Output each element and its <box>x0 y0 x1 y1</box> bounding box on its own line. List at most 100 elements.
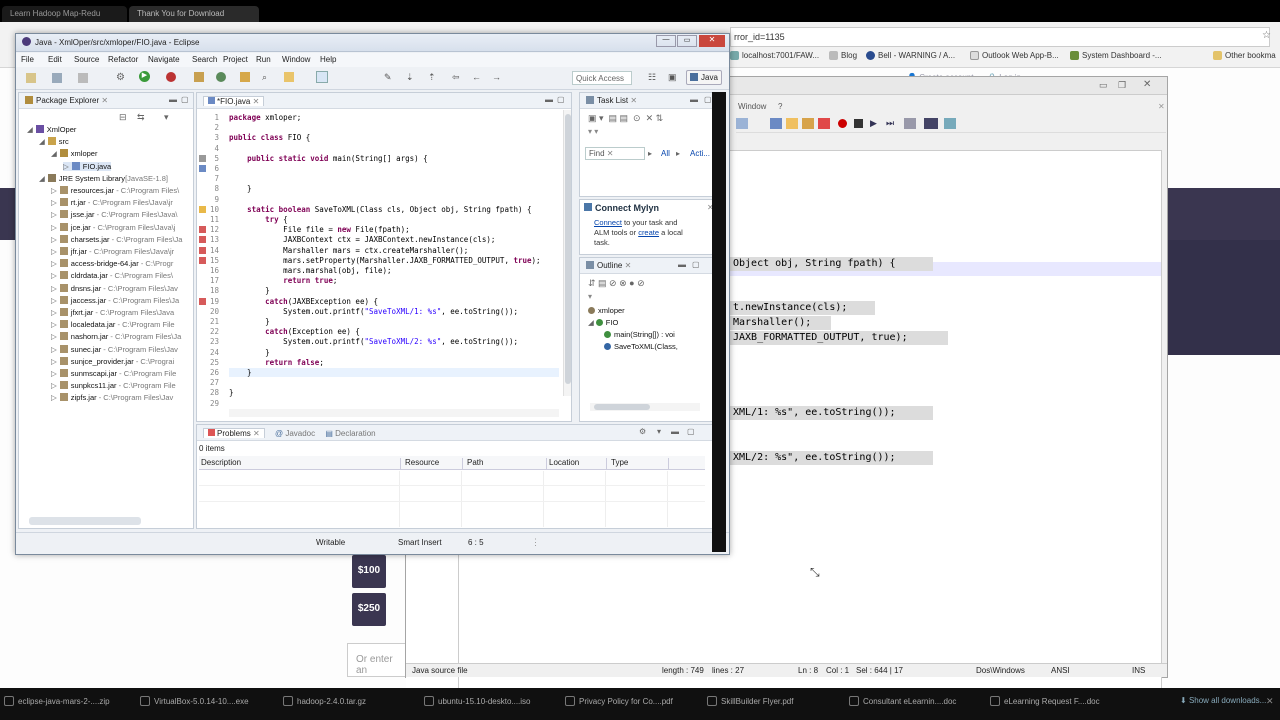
menu-search[interactable]: Search <box>192 55 217 64</box>
download-item[interactable]: SkillBuilder Flyer.pdf <box>707 696 793 706</box>
tree-item[interactable]: ▷ charsets.jar - C:\Program Files\Ja <box>51 234 182 244</box>
download-item[interactable]: eLearning Request F....doc <box>990 696 1100 706</box>
save-icon[interactable] <box>52 73 62 83</box>
tree-item[interactable]: ▷ dnsns.jar - C:\Program Files\Jav <box>51 283 178 293</box>
menu-navigate[interactable]: Navigate <box>148 55 180 64</box>
close-button[interactable]: ✕ <box>699 35 725 47</box>
close-icon[interactable]: ✕ <box>1143 79 1151 90</box>
gear-icon[interactable]: ⚙ <box>116 72 125 83</box>
play-icon[interactable]: ▶ <box>870 118 877 129</box>
view-menu-icon[interactable]: ▾ ▾ <box>588 127 598 136</box>
outline-panel[interactable]: Outline ✕ ▬ ▢ ⇵ ▤ ⊘ ⊗ ● ⊘ ▾ xmloper ◢ FIO m… <box>579 257 719 422</box>
tree-item[interactable]: ◢ JRE System Library[JavaSE-1.8] <box>39 173 168 183</box>
minimize-view-icon[interactable]: ▬ <box>690 95 698 104</box>
view-menu-icon[interactable]: ▾ <box>657 427 661 436</box>
expand-arrow-icon[interactable]: ▷ <box>51 198 57 207</box>
tree-item[interactable]: ▷ rt.jar - C:\Program Files\Java\jr <box>51 198 173 207</box>
vertical-scrollbar[interactable] <box>563 110 571 396</box>
fold-marker-icon[interactable] <box>199 154 206 162</box>
warn-marker-icon[interactable] <box>199 205 206 213</box>
browser-tab-active[interactable]: Thank You for Download <box>129 6 259 22</box>
tree-item[interactable]: ▷ jaccess.jar - C:\Program Files\Ja <box>51 295 179 305</box>
download-item[interactable]: Consultant eLearnin....doc <box>849 696 956 706</box>
link-editor-icon[interactable]: ⇆ <box>137 112 145 123</box>
expand-icon[interactable]: ▸ <box>676 149 680 158</box>
expand-arrow-icon[interactable]: ◢ <box>39 137 45 146</box>
expand-arrow-icon[interactable]: ▷ <box>51 393 57 402</box>
tree-item[interactable]: ▷ jsse.jar - C:\Program Files\Java\ <box>51 210 177 219</box>
tree-item[interactable]: ◢ XmlOper <box>27 125 76 134</box>
download-item[interactable]: eclipse-java-mars-2-....zip <box>4 696 110 706</box>
show-all-downloads-link[interactable]: ⬇ Show all downloads... <box>1180 696 1266 705</box>
outline-item[interactable]: xmloper <box>588 306 625 315</box>
close-tab-icon[interactable]: ✕ <box>630 96 637 105</box>
menu-run[interactable]: Run <box>256 55 271 64</box>
minimize-view-icon[interactable]: ▬ <box>671 427 679 436</box>
expand-arrow-icon[interactable]: ◢ <box>27 125 33 134</box>
new-package-icon[interactable] <box>194 72 204 82</box>
tree-item[interactable]: ▷ FIO.java <box>63 161 112 171</box>
expand-arrow-icon[interactable]: ▷ <box>51 271 57 280</box>
tree-item[interactable]: ▷ jfr.jar - C:\Program Files\Java\jr <box>51 247 174 256</box>
menu-help[interactable]: ? <box>778 102 782 111</box>
toolbar-icon[interactable] <box>770 118 782 129</box>
eclipse-window[interactable]: Java - XmlOper/src/xmloper/FIO.java - Ec… <box>15 33 730 555</box>
annotation-next-icon[interactable]: ⇣ <box>406 72 414 83</box>
toolbar-icon[interactable] <box>736 118 748 129</box>
tree-item[interactable]: ▷ jce.jar - C:\Program Files\Java\j <box>51 222 175 232</box>
clear-icon[interactable]: ✕ <box>607 149 614 158</box>
minimize-view-icon[interactable]: ▬ <box>678 260 686 269</box>
collapse-all-icon[interactable]: ⊟ <box>119 112 127 123</box>
back-arrow-icon[interactable]: ← <box>472 72 481 82</box>
stop-icon[interactable] <box>854 119 863 128</box>
expand-arrow-icon[interactable]: ▷ <box>51 210 57 219</box>
toolbar-icon[interactable] <box>924 118 938 129</box>
column-path[interactable]: Path <box>467 458 547 470</box>
expand-arrow-icon[interactable]: ▷ <box>51 369 57 378</box>
open-perspective-icon[interactable]: ☷ <box>648 72 656 83</box>
expand-arrow-icon[interactable]: ▷ <box>63 162 69 171</box>
minimize-view-icon[interactable]: ▬ <box>169 95 177 104</box>
close-icon[interactable]: ✕ <box>1266 696 1274 707</box>
download-item[interactable]: hadoop-2.4.0.tar.gz <box>283 696 366 706</box>
expand-arrow-icon[interactable]: ◢ <box>51 149 57 158</box>
minimize-icon[interactable]: ▭ <box>1099 80 1108 91</box>
tree-item[interactable]: ▷ sunmscapi.jar - C:\Program File <box>51 369 176 378</box>
column-resource[interactable]: Resource <box>405 458 463 470</box>
problems-panel[interactable]: Problems ✕ @ Javadoc ▤ Declaration ⚙ ▾ ▬… <box>196 424 719 529</box>
annotation-prev-icon[interactable]: ⇡ <box>428 72 436 83</box>
menu-refactor[interactable]: Refactor <box>108 55 138 64</box>
outline-toolbar-icons[interactable]: ⇵ ▤ ⊘ ⊗ ● ⊘ <box>588 278 645 289</box>
maximize-view-icon[interactable]: ▢ <box>181 95 189 104</box>
expand-arrow-icon[interactable]: ▷ <box>51 223 57 232</box>
task-list-panel[interactable]: Task List ✕ ▬ ▢ ▣ ▾ ▤ ▤ ⊙ ✕ ⇅ ▾ ▾ Find ✕… <box>579 92 719 197</box>
horizontal-scrollbar[interactable] <box>29 517 141 525</box>
err-marker-icon[interactable] <box>199 256 206 264</box>
open-type-icon[interactable] <box>240 72 250 82</box>
connect-link[interactable]: Connect <box>594 218 622 227</box>
browser-tab[interactable]: Learn Hadoop Map-Redu <box>2 6 127 22</box>
tree-item[interactable]: ▷ access-bridge-64.jar - C:\Progr <box>51 259 173 268</box>
tree-item[interactable]: ▷ resources.jar - C:\Program Files\ <box>51 186 179 195</box>
expand-arrow-icon[interactable]: ◢ <box>588 318 594 327</box>
bookmark[interactable]: Bell - WARNING / A... <box>866 51 955 60</box>
expand-arrow-icon[interactable]: ▷ <box>51 186 57 195</box>
bookmark[interactable]: localhost:7001/FAW... <box>730 51 819 60</box>
expand-arrow-icon[interactable]: ▷ <box>51 284 57 293</box>
menu-help[interactable]: Help <box>320 55 336 64</box>
download-item[interactable]: VirtualBox-5.0.14-10....exe <box>140 696 249 706</box>
filter-icon[interactable]: ⚙ <box>639 427 646 436</box>
create-link[interactable]: create <box>638 228 659 237</box>
tree-item[interactable]: ▷ cldrdata.jar - C:\Program Files\ <box>51 271 173 280</box>
price-250-button[interactable]: $250 <box>352 593 386 626</box>
err-marker-icon[interactable] <box>199 297 206 305</box>
toolbar-icon[interactable] <box>944 118 956 129</box>
close-tab-icon[interactable]: ✕ <box>101 96 108 105</box>
toolbar-icon[interactable] <box>786 118 798 129</box>
menu-file[interactable]: File <box>21 55 34 64</box>
play-multiple-icon[interactable]: ⏭ <box>886 118 894 129</box>
expand-arrow-icon[interactable]: ◢ <box>39 174 45 183</box>
column-description[interactable]: Description <box>201 458 401 470</box>
toolbar-icon[interactable] <box>818 118 830 129</box>
expand-arrow-icon[interactable]: ▷ <box>51 357 57 366</box>
